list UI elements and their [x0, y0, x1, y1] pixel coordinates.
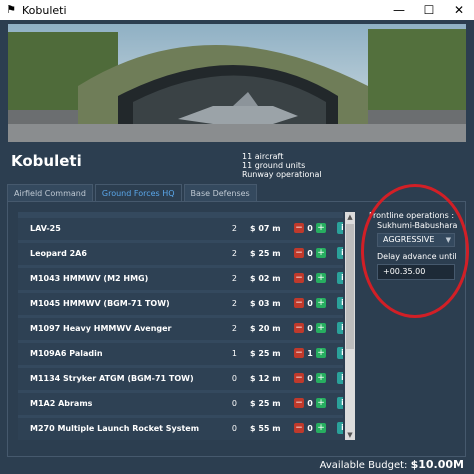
unit-count: 2 [231, 274, 237, 283]
airfield-name: Kobuleti [11, 152, 82, 170]
unit-name: M1A2 Abrams [30, 399, 93, 408]
order-quantity: 0 [307, 399, 313, 408]
unit-count: 0 [231, 374, 237, 383]
order-quantity: 0 [307, 274, 313, 283]
decrease-button[interactable]: − [294, 223, 304, 233]
decrease-button[interactable]: − [294, 423, 304, 433]
unit-price: $ 02 m [250, 274, 281, 283]
unit-count: 0 [231, 399, 237, 408]
unit-count: 2 [231, 299, 237, 308]
increase-button[interactable]: + [316, 323, 326, 333]
info-button[interactable]: i [337, 322, 343, 334]
tab-airfield-command[interactable]: Airfield Command [7, 184, 93, 202]
decrease-button[interactable]: − [294, 373, 304, 383]
airfield-banner-image [8, 24, 466, 142]
info-button[interactable]: i [337, 347, 343, 359]
increase-button[interactable]: + [316, 373, 326, 383]
list-item: Leopard 2A6 2 $ 25 m − 0 + i [18, 243, 343, 265]
order-quantity: 0 [307, 374, 313, 383]
info-button[interactable]: i [337, 272, 343, 284]
list-item: M1097 Heavy HMMWV Avenger 2 $ 20 m − 0 +… [18, 318, 343, 340]
unit-price: $ 20 m [250, 324, 281, 333]
available-budget: Available Budget: $10.00M [320, 458, 464, 471]
unit-name: M1045 HMMWV (BGM-71 TOW) [30, 299, 170, 308]
title-bar: ⚑ Kobuleti — ☐ ✕ [0, 0, 474, 20]
order-quantity: 0 [307, 324, 313, 333]
info-button[interactable]: i [337, 247, 343, 259]
scrollbar-thumb[interactable] [346, 224, 354, 349]
flag-icon: ⚑ [6, 3, 16, 16]
list-item: M1045 HMMWV (BGM-71 TOW) 2 $ 03 m − 0 + … [18, 293, 343, 315]
scroll-down-icon[interactable]: ▼ [345, 430, 355, 440]
tab-ground-forces-hq[interactable]: Ground Forces HQ [94, 184, 182, 202]
list-item: LAV-25 2 $ 07 m − 0 + i [18, 218, 343, 240]
increase-button[interactable]: + [316, 223, 326, 233]
unit-name: M109A6 Paladin [30, 349, 103, 358]
info-button[interactable]: i [337, 297, 343, 309]
unit-name: M1097 Heavy HMMWV Avenger [30, 324, 172, 333]
unit-name: M1134 Stryker ATGM (BGM-71 TOW) [30, 374, 194, 383]
info-button[interactable]: i [337, 222, 343, 234]
close-button[interactable]: ✕ [444, 0, 474, 20]
decrease-button[interactable]: − [294, 273, 304, 283]
increase-button[interactable]: + [316, 398, 326, 408]
order-quantity: 0 [307, 424, 313, 433]
unit-list: LAV-25 2 $ 07 m − 0 + i Leopard 2A6 2 $ … [18, 212, 343, 440]
info-button[interactable]: i [337, 422, 343, 434]
increase-button[interactable]: + [316, 348, 326, 358]
unit-count: 2 [231, 324, 237, 333]
unit-price: $ 07 m [250, 224, 281, 233]
unit-price: $ 55 m [250, 424, 281, 433]
tab-base-defenses[interactable]: Base Defenses [183, 184, 257, 202]
aircraft-count: 11 aircraft [242, 152, 284, 161]
window-title: Kobuleti [22, 3, 67, 17]
window-controls: — ☐ ✕ [384, 0, 474, 20]
order-quantity: 1 [307, 349, 313, 358]
increase-button[interactable]: + [316, 273, 326, 283]
order-quantity: 0 [307, 249, 313, 258]
ground-units-count: 11 ground units [242, 161, 306, 170]
unit-count: 1 [231, 349, 237, 358]
list-item: M1043 HMMWV (M2 HMG) 2 $ 02 m − 0 + i [18, 268, 343, 290]
list-item: M1134 Stryker ATGM (BGM-71 TOW) 0 $ 12 m… [18, 368, 343, 390]
order-quantity: 0 [307, 224, 313, 233]
unit-name: M270 Multiple Launch Rocket System [30, 424, 200, 433]
unit-count: 2 [231, 224, 237, 233]
decrease-button[interactable]: − [294, 248, 304, 258]
increase-button[interactable]: + [316, 298, 326, 308]
scroll-up-icon[interactable]: ▲ [345, 212, 355, 222]
unit-name: Leopard 2A6 [30, 249, 87, 258]
list-item: M109A6 Paladin 1 $ 25 m − 1 + i [18, 343, 343, 365]
unit-price: $ 03 m [250, 299, 281, 308]
minimize-button[interactable]: — [384, 0, 414, 20]
unit-name: LAV-25 [30, 224, 61, 233]
hangar-illustration [8, 24, 466, 142]
decrease-button[interactable]: − [294, 348, 304, 358]
unit-count: 0 [231, 424, 237, 433]
decrease-button[interactable]: − [294, 398, 304, 408]
info-button[interactable]: i [337, 397, 343, 409]
info-button[interactable]: i [337, 372, 343, 384]
annotation-circle [361, 184, 469, 318]
budget-value: $10.00M [410, 458, 464, 471]
list-item: M270 Multiple Launch Rocket System 0 $ 5… [18, 418, 343, 440]
budget-label: Available Budget: [319, 460, 408, 471]
unit-price: $ 12 m [250, 374, 281, 383]
increase-button[interactable]: + [316, 248, 326, 258]
tab-bar: Airfield Command Ground Forces HQ Base D… [7, 184, 259, 202]
unit-price: $ 25 m [250, 249, 281, 258]
list-item: M1A2 Abrams 0 $ 25 m − 0 + i [18, 393, 343, 415]
runway-status: Runway operational [242, 170, 322, 179]
maximize-button[interactable]: ☐ [414, 0, 444, 20]
unit-price: $ 25 m [250, 349, 281, 358]
unit-list-scrollbar[interactable]: ▲ ▼ [345, 212, 355, 440]
order-quantity: 0 [307, 299, 313, 308]
airfield-summary: 11 aircraft 11 ground units Runway opera… [242, 152, 322, 179]
increase-button[interactable]: + [316, 423, 326, 433]
unit-count: 2 [231, 249, 237, 258]
decrease-button[interactable]: − [294, 298, 304, 308]
decrease-button[interactable]: − [294, 323, 304, 333]
unit-name: M1043 HMMWV (M2 HMG) [30, 274, 149, 283]
unit-price: $ 25 m [250, 399, 281, 408]
